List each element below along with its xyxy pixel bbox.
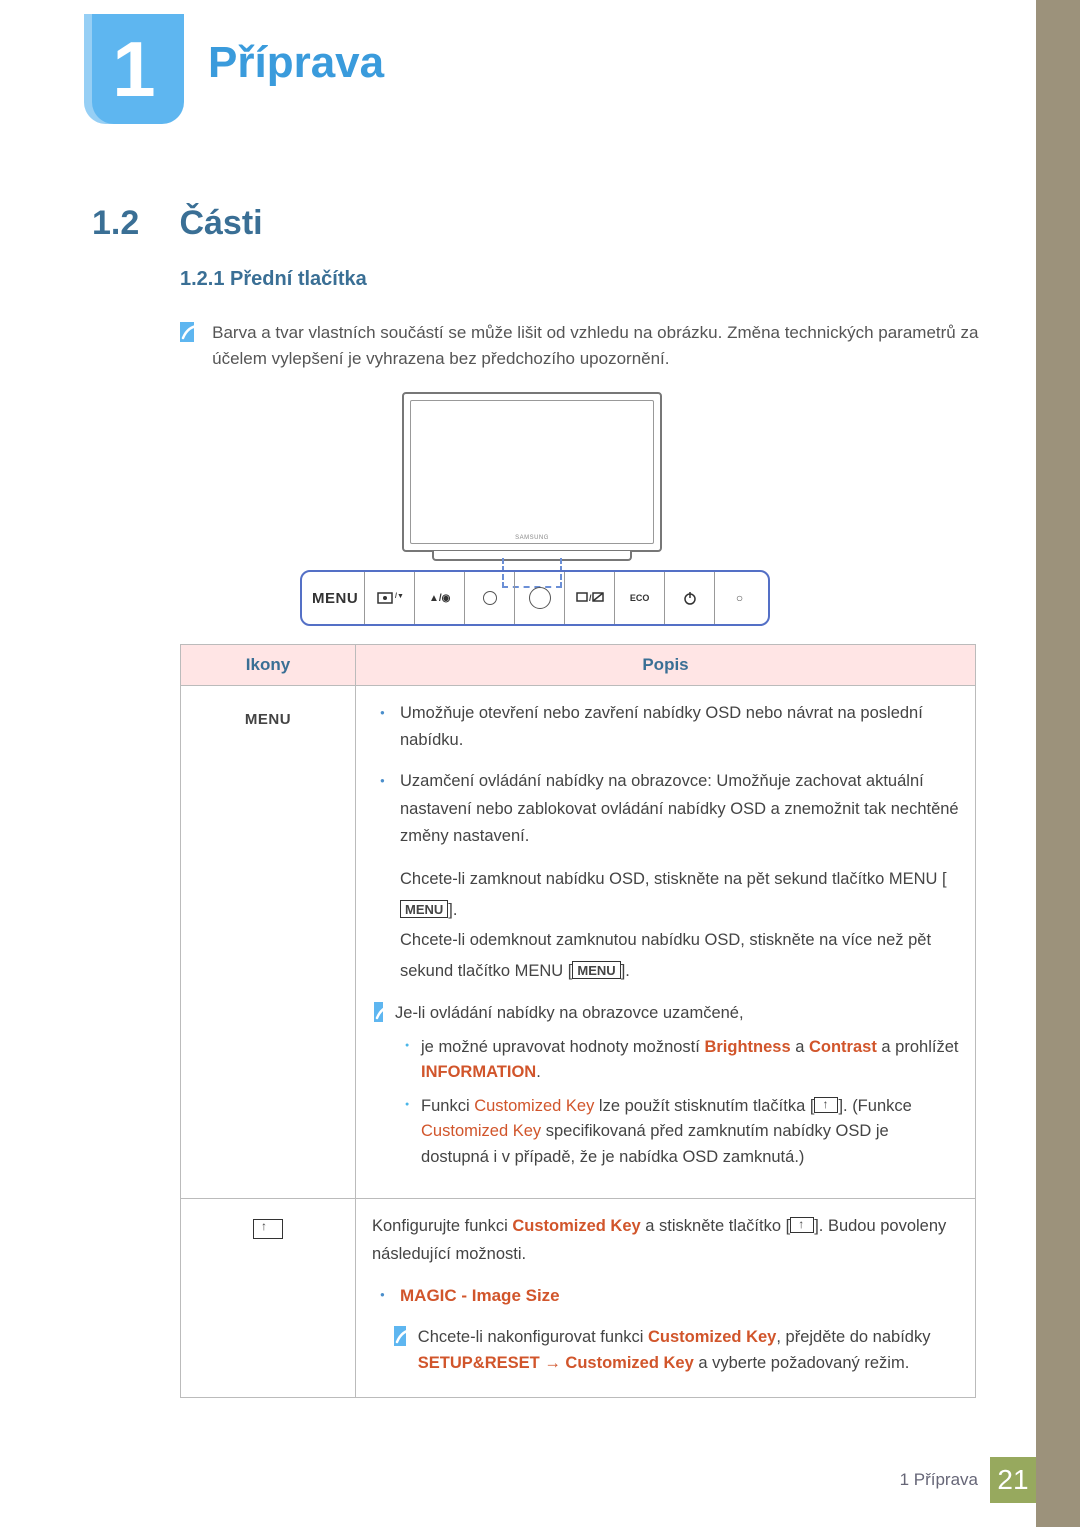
- inner-note: Je-li ovládání nabídky na obrazovce uzam…: [372, 1000, 959, 1178]
- menu-label: MENU: [245, 711, 291, 728]
- row2-note: Chcete-li nakonfigurovat funkci Customiz…: [392, 1324, 959, 1377]
- table-row: Konfigurujte funkci Customized Key a sti…: [181, 1199, 976, 1397]
- row1-bullet2: Uzamčení ovládání nabídky na obrazovce: …: [372, 768, 959, 850]
- panel-btn-eco: ECO: [621, 572, 658, 624]
- footer-page-number: 21: [990, 1457, 1036, 1503]
- buttons-description-table: Ikony Popis MENU Umožňuje otevření nebo …: [180, 644, 976, 1398]
- panel-led: ○: [721, 572, 758, 624]
- up-arrow-box-icon: [253, 1219, 283, 1239]
- panel-btn-up-adjust: ▲/◉: [421, 572, 458, 624]
- row1-bullet1: Umožňuje otevření nebo zavření nabídky O…: [372, 700, 959, 754]
- menu-box-icon: MENU: [400, 900, 448, 918]
- up-arrow-box-icon: [790, 1217, 814, 1233]
- footer-chapter-label: 1 Příprava: [900, 1470, 978, 1490]
- inner-note-lead: Je-li ovládání nabídky na obrazovce uzam…: [395, 1000, 959, 1026]
- row2-option: MAGIC - Image Size: [372, 1282, 959, 1310]
- header-icons: Ikony: [181, 645, 356, 686]
- row2-note-text: Chcete-li nakonfigurovat funkci Customiz…: [418, 1324, 959, 1377]
- section-title: Části: [179, 204, 262, 242]
- table-row: MENU Umožňuje otevření nebo zavření nabí…: [181, 686, 976, 1199]
- chapter-title: Příprava: [208, 38, 384, 88]
- section-heading: 1.2 Části: [92, 204, 263, 243]
- note-icon: [180, 322, 194, 342]
- page-footer: 1 Příprava 21: [0, 1457, 1036, 1503]
- row1-icon-cell: MENU: [181, 686, 356, 1199]
- inner-sub-2: Funkci Customized Key lze použít stisknu…: [395, 1094, 959, 1171]
- subsection-title: Přední tlačítka: [230, 268, 367, 290]
- inner-sub-1: je možné upravovat hodnoty možností Brig…: [395, 1035, 959, 1086]
- row2-line1: Konfigurujte funkci Customized Key a sti…: [372, 1213, 959, 1267]
- subsection-heading: 1.2.1 Přední tlačítka: [180, 268, 367, 291]
- menu-box-icon: MENU: [572, 961, 620, 979]
- front-buttons-panel: MENU /▼ ▲/◉ / ECO ○: [300, 570, 770, 626]
- monitor-screen: SAMSUNG: [410, 400, 654, 544]
- monitor-brand-label: SAMSUNG: [515, 535, 549, 541]
- header-description: Popis: [356, 645, 976, 686]
- panel-btn-brightness: /▼: [371, 572, 408, 624]
- panel-btn-power: [671, 572, 708, 624]
- table-header-row: Ikony Popis: [181, 645, 976, 686]
- row2-desc-cell: Konfigurujte funkci Customized Key a sti…: [356, 1199, 976, 1397]
- svg-text:/▼: /▼: [395, 593, 403, 600]
- up-arrow-box-icon: [814, 1097, 838, 1113]
- panel-btn-auto-lg: [521, 572, 558, 624]
- monitor-bezel: SAMSUNG: [402, 392, 662, 552]
- right-margin-bar: [1036, 0, 1080, 1527]
- svg-text:/: /: [589, 593, 592, 603]
- row2-icon-cell: [181, 1199, 356, 1397]
- panel-btn-auto-sm: [471, 572, 508, 624]
- intro-note-row: Barva a tvar vlastních součástí se může …: [180, 320, 1000, 373]
- note-icon: [374, 1002, 383, 1022]
- panel-btn-source: /: [571, 572, 608, 624]
- chapter-number-tab: 1: [84, 14, 184, 124]
- intro-note-text: Barva a tvar vlastních součástí se může …: [212, 320, 1000, 373]
- note-icon: [394, 1326, 406, 1346]
- lock-instructions: Chcete-li zamknout nabídku OSD, stisknět…: [372, 864, 959, 986]
- subsection-number: 1.2.1: [180, 268, 224, 290]
- section-number: 1.2: [92, 204, 170, 243]
- power-icon: [683, 591, 697, 605]
- panel-btn-menu: MENU: [312, 572, 358, 624]
- row1-desc-cell: Umožňuje otevření nebo zavření nabídky O…: [356, 686, 976, 1199]
